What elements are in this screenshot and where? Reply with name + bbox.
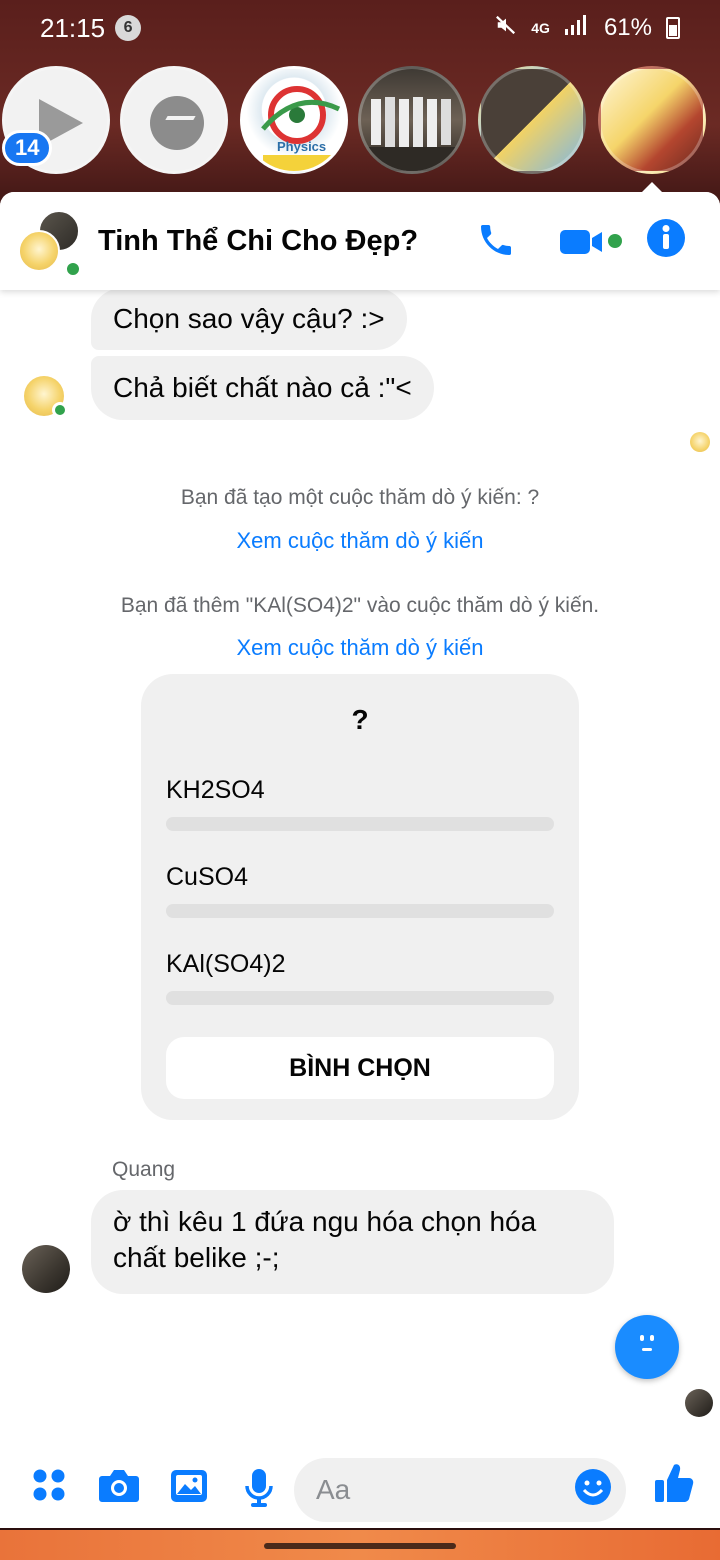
menu-grid-icon[interactable] [32, 1468, 66, 1507]
eye-icon [640, 1335, 644, 1341]
message-bubble[interactable]: Chọn sao vậy cậu? :> [91, 288, 407, 350]
notification-count: 6 [115, 15, 142, 41]
system-message: Bạn đã thêm "KAl(SO4)2" vào cuộc thăm dò… [120, 594, 600, 617]
avatar[interactable] [24, 376, 68, 418]
home-gesture-handle[interactable] [264, 1543, 456, 1549]
clock: 21:15 [40, 12, 106, 43]
seen-avatar [685, 1389, 713, 1417]
avatar [18, 230, 60, 272]
info-icon[interactable] [646, 218, 686, 263]
unread-badge: 14 [2, 130, 53, 166]
seen-avatar [690, 432, 710, 452]
conversation-panel: Tinh Thể Chi Cho Đẹp? Chọn sao vậy cậu? … [0, 192, 720, 1528]
view-poll-link[interactable]: Xem cuộc thăm dò ý kiến [0, 635, 720, 661]
poll-option-bar [166, 904, 554, 918]
battery-icon [666, 17, 680, 39]
status-right: 4G 61% [495, 14, 680, 43]
network-label: 4G [531, 20, 550, 36]
avatar[interactable] [22, 1245, 70, 1293]
poll-option[interactable]: CuSO4 [166, 863, 248, 892]
message-bubble[interactable]: Chả biết chất nào cả :"< [91, 356, 434, 420]
atom-logo-icon [261, 86, 343, 171]
gallery-icon[interactable] [170, 1468, 208, 1509]
chat-heads-bar: 14 Physics [0, 66, 720, 178]
chat-title[interactable]: Tinh Thể Chi Cho Đẹp? [98, 225, 720, 258]
poll-option[interactable]: KAl(SO4)2 [166, 950, 285, 979]
sender-name: Quang [112, 1158, 176, 1181]
chat-head-group-photo[interactable] [358, 66, 466, 174]
poll-card: ? KH2SO4 CuSO4 KAl(SO4)2 BÌNH CHỌN [141, 674, 579, 1120]
microphone-icon[interactable] [244, 1468, 274, 1513]
camera-icon[interactable] [98, 1468, 140, 1509]
mute-icon [495, 14, 517, 42]
chat-bot-button[interactable] [615, 1315, 679, 1379]
messenger-icon [150, 96, 204, 150]
thumbs-up-icon[interactable] [654, 1462, 694, 1509]
chat-head-messenger[interactable] [120, 66, 228, 174]
status-bar: 21:15 6 4G 61% [0, 0, 720, 56]
battery-label: 61% [603, 14, 652, 41]
video-call-icon[interactable] [560, 228, 606, 261]
system-message: Bạn đã tạo một cuộc thăm dò ý kiến: ? [180, 486, 540, 509]
status-left: 21:15 6 [40, 12, 142, 44]
online-indicator [64, 260, 82, 278]
view-poll-link[interactable]: Xem cuộc thăm dò ý kiến [0, 528, 720, 554]
emoji-icon[interactable] [574, 1468, 612, 1511]
composer-bar: Aa [0, 1448, 720, 1528]
video-active-indicator [608, 234, 622, 248]
group-avatar[interactable] [18, 210, 82, 278]
online-indicator [52, 402, 68, 418]
phone-call-icon[interactable] [476, 220, 516, 265]
vote-button[interactable]: BÌNH CHỌN [166, 1037, 554, 1099]
physics-label: Physics [277, 139, 327, 154]
mouth-icon [642, 1348, 652, 1351]
poll-option[interactable]: KH2SO4 [166, 776, 265, 805]
group-photo [361, 97, 463, 171]
message-bubble[interactable]: ờ thì kêu 1 đứa ngu hóa chọn hóa chất be… [91, 1190, 614, 1294]
poll-option-bar [166, 991, 554, 1005]
chat-head-physics[interactable]: Physics [240, 66, 348, 174]
chat-head-collage[interactable] [478, 66, 586, 174]
chat-header: Tinh Thể Chi Cho Đẹp? [0, 192, 720, 290]
signal-icon [564, 14, 590, 43]
chat-head-anime-collage[interactable] [598, 66, 706, 174]
poll-question: ? [351, 704, 369, 735]
poll-option-bar [166, 817, 554, 831]
eye-icon [650, 1335, 654, 1341]
